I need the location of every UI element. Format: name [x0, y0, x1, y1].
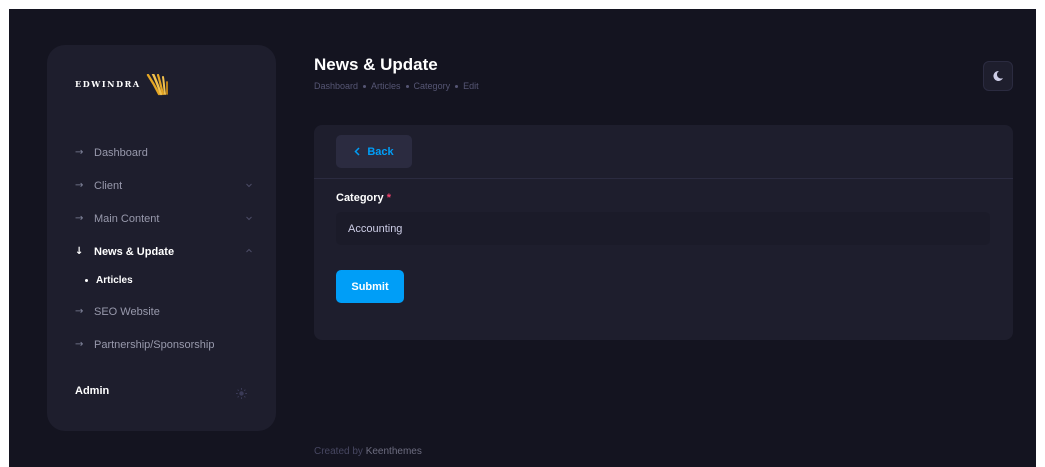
arrow-right-icon: → [75, 147, 84, 158]
category-select-value: Accounting [348, 222, 403, 235]
sidebar-item-partnership[interactable]: → Partnership/Sponsorship [75, 328, 253, 361]
category-label: Category * [336, 192, 391, 204]
breadcrumb: Dashboard Articles Category Edit [314, 81, 479, 91]
breadcrumb-dashboard[interactable]: Dashboard [314, 81, 358, 91]
breadcrumb-category[interactable]: Category [414, 81, 451, 91]
sidebar-item-client[interactable]: → Client [75, 169, 253, 202]
breadcrumb-current: Edit [463, 81, 479, 91]
sidebar-item-label: Main Content [94, 212, 160, 225]
theme-toggle-button[interactable] [983, 61, 1013, 91]
sidebar-item-dashboard[interactable]: → Dashboard [75, 136, 253, 169]
sidebar-subitem-articles[interactable]: Articles [75, 268, 253, 293]
chevron-down-icon [246, 183, 252, 188]
arrow-right-icon: → [75, 306, 84, 317]
sidebar: EDWINDRA → Dashboard → Client → Main Con… [47, 45, 276, 431]
sidebar-item-label: SEO Website [94, 305, 160, 318]
edit-category-card: Back Category * Accounting Submit [314, 125, 1013, 340]
arrow-right-icon: → [75, 339, 84, 350]
sidebar-item-label: Partnership/Sponsorship [94, 338, 215, 351]
back-button-label: Back [367, 145, 394, 158]
brand-logo[interactable]: EDWINDRA [75, 67, 172, 101]
chevron-up-icon [246, 248, 252, 253]
user-name[interactable]: Admin [75, 385, 109, 397]
moon-icon [993, 70, 1003, 81]
chevron-left-icon [354, 147, 360, 156]
sidebar-item-seo-website[interactable]: → SEO Website [75, 295, 253, 328]
sidebar-item-label: Dashboard [94, 146, 148, 159]
chevron-down-icon [246, 216, 252, 221]
arrow-right-icon: → [75, 180, 84, 191]
brand-name: EDWINDRA [75, 79, 141, 89]
submit-button[interactable]: Submit [336, 270, 404, 303]
page-title: News & Update [314, 55, 438, 74]
app-window: EDWINDRA → Dashboard → Client → Main Con… [9, 9, 1036, 467]
breadcrumb-articles[interactable]: Articles [371, 81, 401, 91]
sidebar-menu: → Dashboard → Client → Main Content ↓ Ne… [75, 136, 253, 361]
sun-icon[interactable] [236, 388, 247, 399]
arrow-down-icon: ↓ [75, 246, 84, 257]
wheat-logo-icon [146, 74, 168, 96]
bullet-icon [85, 279, 88, 282]
sidebar-item-label: Client [94, 179, 123, 192]
sidebar-item-label: News & Update [94, 245, 175, 258]
sidebar-item-main-content[interactable]: → Main Content [75, 202, 253, 235]
back-button[interactable]: Back [336, 135, 412, 168]
arrow-right-icon: → [75, 213, 84, 224]
required-mark: * [386, 192, 392, 204]
sidebar-subitem-label: Articles [96, 275, 133, 286]
footer-prefix: Created by [314, 446, 363, 457]
category-label-text: Category [336, 192, 384, 204]
breadcrumb-separator [363, 84, 367, 88]
category-select[interactable]: Accounting [336, 212, 990, 245]
sidebar-item-news-update[interactable]: ↓ News & Update [75, 235, 253, 268]
breadcrumb-separator [405, 84, 409, 88]
footer: Created by Keenthemes [314, 446, 422, 457]
card-header: Back [314, 125, 1013, 179]
breadcrumb-separator [455, 84, 459, 88]
footer-link[interactable]: Keenthemes [366, 446, 422, 457]
